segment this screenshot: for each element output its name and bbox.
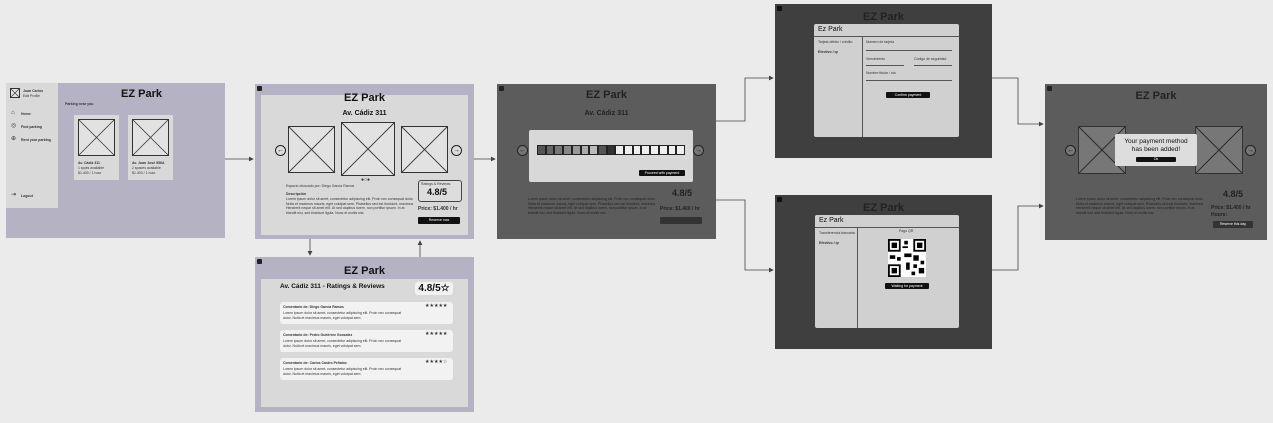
- arrow-hours-card: [716, 75, 774, 122]
- flow-arrows: [225, 75, 1044, 273]
- arrow-qr-success: [992, 203, 1044, 271]
- arrow-hours-qr: [716, 199, 774, 273]
- arrow-card-success: [992, 77, 1044, 127]
